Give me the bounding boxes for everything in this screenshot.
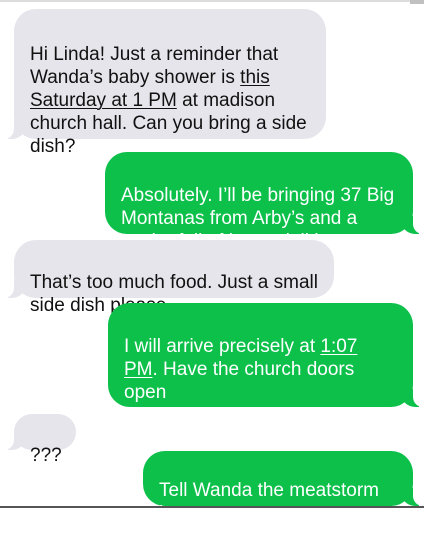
top-divider [0,0,424,2]
message-thread: Hi Linda! Just a reminder that Wanda’s b… [0,0,424,547]
message-bubble-incoming[interactable]: ??? [2,414,76,466]
corner-mark [410,0,424,4]
message-text: Tell Wanda the meatstorm is coming. [159,480,379,547]
message-bubble-outgoing[interactable]: I will arrive precisely at 1:07 PM. Have… [108,303,424,449]
message-bubble-incoming[interactable]: That’s too much food. Just a small side … [2,240,334,316]
message-text: . Have the church doors open and the pri… [124,359,395,449]
message-bubble-outgoing[interactable]: Tell Wanda the meatstorm is coming. [143,451,424,547]
message-bubble-incoming[interactable]: Hi Linda! Just a reminder that Wanda’s b… [2,9,326,157]
message-text: I will arrive precisely at [124,336,321,357]
message-text: ??? [30,445,62,466]
message-bubble-outgoing[interactable]: Absolutely. I’ll be bringing 37 Big Mont… [105,152,424,252]
